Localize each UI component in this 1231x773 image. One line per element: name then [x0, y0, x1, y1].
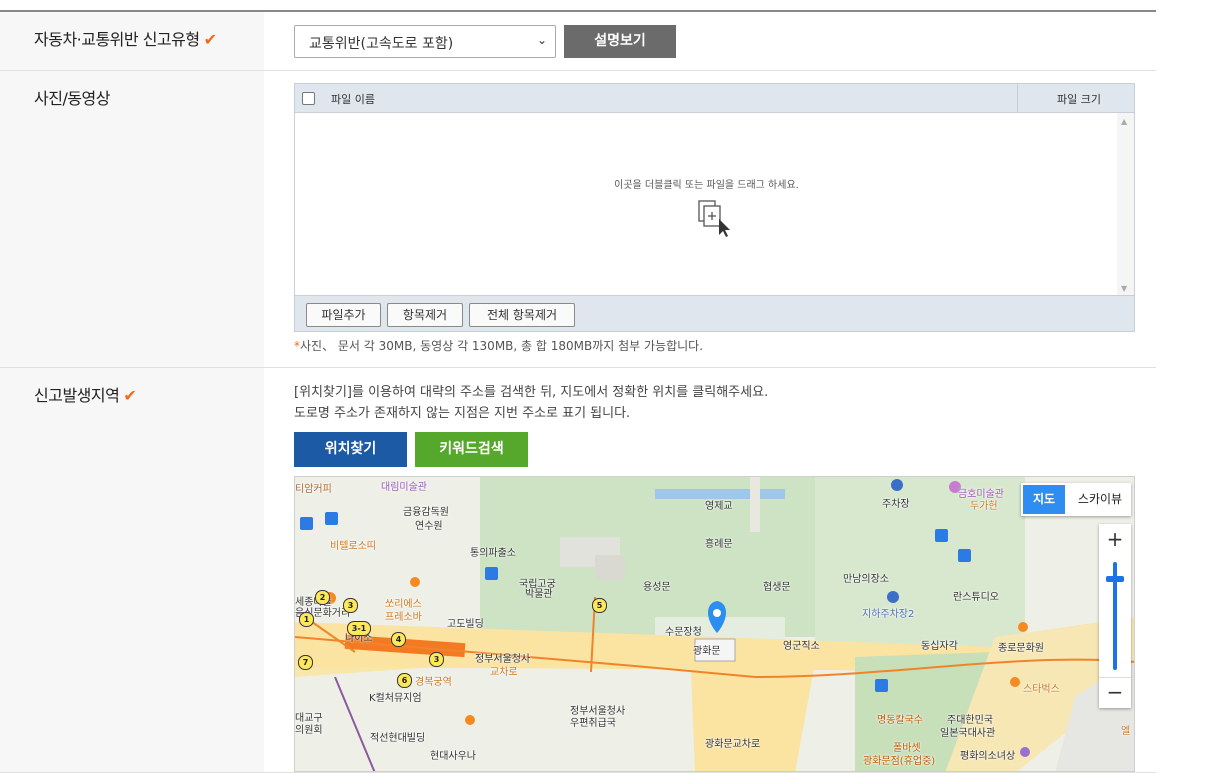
map-label: 고도빌딩	[447, 619, 484, 630]
select-all-checkbox[interactable]	[302, 92, 315, 105]
subway-exit-marker[interactable]: 4	[391, 632, 406, 647]
chevron-down-icon: ⌄	[536, 33, 547, 47]
location-description: [위치찾기]를 이용하여 대략의 주소를 검색한 뒤, 지도에서 정확한 위치를…	[294, 382, 768, 424]
map-label: 영군직소	[783, 641, 820, 652]
map-label: 연수원	[415, 521, 443, 532]
map-label: 영제교	[705, 501, 733, 512]
map-label: 지하주차장2	[862, 609, 915, 620]
map-label: 의원회	[295, 725, 323, 736]
zoom-control: + −	[1099, 524, 1131, 708]
map-label: 엘	[1121, 726, 1131, 737]
file-toolbar: 파일추가 항목제거 전체 항목제거	[295, 295, 1134, 331]
media-value-cell: 파일 이름 파일 크기 이곳을 더블클릭 또는 파일을 드래그 하세요. ▲ ▼…	[264, 71, 1156, 367]
map-label: 란스튜디오	[953, 592, 999, 603]
type-label: 자동차·교통위반 신고유형	[34, 30, 200, 49]
location-desc-line1: [위치찾기]를 이용하여 대략의 주소를 검색한 뒤, 지도에서 정확한 위치를…	[294, 385, 769, 400]
add-file-icon	[698, 200, 730, 237]
drop-hint: 이곳을 더블클릭 또는 파일을 드래그 하세요.	[614, 180, 799, 191]
location-map[interactable]: 티암커피 대림미술관 금융감독원 연수원 비텔로소띠 통의파출소 국립고궁 박물관 영제교 흥례문…	[294, 476, 1135, 772]
map-label: 광화문	[693, 646, 721, 657]
explain-button[interactable]: 설명보기	[564, 25, 676, 58]
map-label: 티암커피	[295, 484, 332, 495]
note-text: 사진、 문서 각 30MB, 동영상 각 130MB, 총 합 180MB까지 …	[300, 339, 704, 353]
map-label: 동십자각	[921, 641, 958, 652]
subway-exit-marker[interactable]: 3	[343, 598, 358, 613]
report-type-select[interactable]: 교통위반(고속도로 포함) ⌄	[294, 25, 556, 58]
map-label: 프레소바	[385, 612, 422, 623]
map-label: 우편취급국	[570, 718, 616, 729]
map-label: 용성문	[643, 582, 671, 593]
add-file-button[interactable]: 파일추가	[306, 303, 381, 327]
remove-all-button[interactable]: 전체 항목제거	[469, 303, 575, 327]
map-label: 주차장	[882, 499, 910, 510]
type-label-cell: 자동차·교통위반 신고유형 ✔	[0, 12, 264, 70]
map-label: 평화의소녀상	[960, 751, 1016, 762]
media-label: 사진/동영상	[34, 89, 111, 108]
map-label: 수문장청	[665, 627, 702, 638]
map-label: 두가헌	[970, 501, 998, 512]
location-row: 신고발생지역 ✔ [위치찾기]를 이용하여 대략의 주소를 검색한 뒤, 지도에서…	[0, 368, 1156, 773]
map-label: 경복궁역	[415, 677, 452, 688]
map-label: 광화문교차로	[705, 739, 761, 750]
map-label: 만남의장소	[843, 574, 889, 585]
subway-exit-marker[interactable]: 1	[299, 612, 314, 627]
subway-exit-marker[interactable]: 3	[429, 652, 444, 667]
scroll-up-icon[interactable]: ▲	[1121, 117, 1127, 126]
find-location-button[interactable]: 위치찾기	[294, 432, 407, 467]
location-label: 신고발생지역	[34, 386, 120, 405]
location-desc-line2: 도로명 주소가 존재하지 않는 지점은 지번 주소로 표기 됩니다.	[294, 406, 631, 421]
map-label: 비텔로소띠	[330, 541, 376, 552]
zoom-out-button[interactable]: −	[1099, 677, 1131, 708]
remove-item-button[interactable]: 항목제거	[387, 303, 463, 327]
map-label: 일본국대사관	[940, 728, 996, 739]
file-list-scrollbar[interactable]: ▲ ▼	[1117, 113, 1134, 297]
report-form: 자동차·교통위반 신고유형 ✔ 교통위반(고속도로 포함) ⌄ 설명보기 사진/동…	[0, 10, 1156, 773]
map-label: 금융감독원	[403, 507, 449, 518]
upload-limit-note: *사진、 문서 각 30MB, 동영상 각 130MB, 총 합 180MB까지…	[294, 337, 703, 354]
file-uploader: 파일 이름 파일 크기 이곳을 더블클릭 또는 파일을 드래그 하세요. ▲ ▼…	[294, 83, 1135, 332]
map-label: 현대사우나	[430, 751, 476, 762]
subway-exit-marker[interactable]: 3-1	[347, 621, 371, 636]
zoom-slider-handle[interactable]	[1106, 576, 1124, 582]
map-label: 광화문점(휴업중)	[863, 756, 936, 767]
location-value-cell: [위치찾기]를 이용하여 대략의 주소를 검색한 뒤, 지도에서 정확한 위치를…	[264, 368, 1156, 772]
col-filename: 파일 이름	[331, 93, 375, 106]
map-label: 교차로	[490, 667, 518, 678]
map-label: 협생문	[763, 582, 791, 593]
map-tab[interactable]: 지도	[1023, 485, 1065, 514]
map-label: 흥례문	[705, 539, 733, 550]
location-label-cell: 신고발생지역 ✔	[0, 368, 264, 772]
col-filesize: 파일 크기	[1057, 93, 1101, 106]
required-check-icon: ✔	[203, 30, 217, 49]
map-label: 종로문화원	[998, 643, 1044, 654]
map-label: 통의파출소	[470, 548, 516, 559]
map-label: 명동칼국수	[877, 715, 923, 726]
header-divider	[1017, 84, 1018, 112]
report-type-select-value: 교통위반(고속도로 포함)	[309, 36, 454, 52]
map-type-tabs: 지도 스카이뷰	[1021, 483, 1131, 516]
zoom-in-button[interactable]: +	[1099, 524, 1131, 554]
skyview-tab[interactable]: 스카이뷰	[1071, 485, 1129, 514]
subway-exit-marker[interactable]: 2	[315, 590, 330, 605]
map-label: K컬처뮤지엄	[369, 693, 422, 704]
map-label: 박물관	[525, 589, 553, 600]
keyword-search-button[interactable]: 키워드검색	[415, 432, 528, 467]
map-label: 적선현대빌딩	[370, 733, 426, 744]
media-label-cell: 사진/동영상	[0, 71, 264, 367]
subway-exit-marker[interactable]: 5	[592, 598, 607, 613]
subway-exit-marker[interactable]: 6	[397, 673, 412, 688]
required-check-icon: ✔	[123, 386, 137, 405]
type-value-cell: 교통위반(고속도로 포함) ⌄ 설명보기	[264, 12, 1156, 70]
map-label: 스타벅스	[1023, 684, 1060, 695]
media-row: 사진/동영상 파일 이름 파일 크기 이곳을 더블클릭 또는 파일을 드래그 하…	[0, 71, 1156, 368]
file-drop-zone[interactable]: 이곳을 더블클릭 또는 파일을 드래그 하세요. ▲ ▼	[295, 113, 1134, 297]
scroll-down-icon[interactable]: ▼	[1121, 284, 1127, 293]
type-row: 자동차·교통위반 신고유형 ✔ 교통위반(고속도로 포함) ⌄ 설명보기	[0, 12, 1156, 71]
file-list-header: 파일 이름 파일 크기	[295, 84, 1134, 113]
subway-exit-marker[interactable]: 7	[298, 655, 313, 670]
map-label: 대림미술관	[381, 482, 427, 493]
